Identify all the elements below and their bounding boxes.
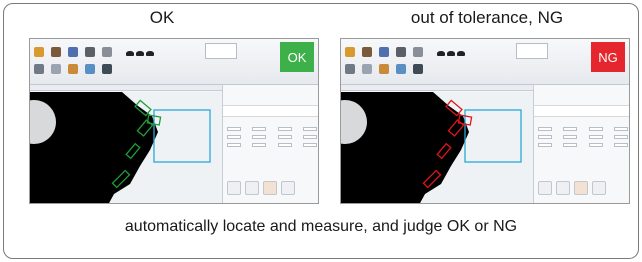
reset-button[interactable]: [245, 181, 259, 195]
table-row: [538, 133, 628, 141]
coordinate-panel: [205, 43, 237, 59]
print-icon[interactable]: [85, 47, 95, 57]
camera-icon[interactable]: [102, 47, 112, 57]
toolbar-row-2: [345, 64, 423, 74]
coordinate-panel: [516, 43, 548, 59]
table-cell: [538, 127, 552, 131]
result-badge: OK: [280, 42, 314, 72]
table-cell: [227, 135, 241, 139]
panel-title-ok: OK: [149, 8, 175, 27]
table-cell: [538, 135, 552, 139]
toolbar-row-2: [34, 64, 112, 74]
edit-icon[interactable]: [34, 64, 44, 74]
table-cell: [277, 127, 292, 131]
app-toolbar: NG: [341, 39, 629, 85]
table-cell: [588, 135, 603, 139]
table-row: [538, 141, 628, 149]
eraser-icon[interactable]: [68, 64, 78, 74]
table-cell: [588, 127, 603, 131]
exit-button[interactable]: [592, 181, 606, 195]
lens-icon: [126, 51, 134, 56]
ruler-icon[interactable]: [85, 64, 95, 74]
table-cell: [613, 127, 628, 131]
table-row: [227, 125, 317, 133]
lens-icon: [136, 51, 144, 56]
results-actions: [538, 181, 606, 195]
results-table: [227, 125, 317, 149]
results-table: [538, 125, 628, 149]
zoom-button[interactable]: [227, 181, 241, 195]
toolbar-row-1: [34, 47, 112, 57]
screenshot-ok: OK: [29, 38, 319, 204]
eraser-icon[interactable]: [379, 64, 389, 74]
toolbar-row-1: [345, 47, 423, 57]
folder-icon[interactable]: [345, 47, 355, 57]
print-icon[interactable]: [396, 47, 406, 57]
lens-icon: [457, 51, 465, 56]
edit-icon[interactable]: [345, 64, 355, 74]
exit-button[interactable]: [281, 181, 295, 195]
screenshot-ng: NG: [340, 38, 630, 204]
table-cell: [302, 127, 317, 131]
table-cell: [277, 135, 292, 139]
user-icon[interactable]: [362, 47, 372, 57]
pen-icon[interactable]: [413, 64, 423, 74]
folder-icon[interactable]: [34, 47, 44, 57]
table-cell: [302, 135, 317, 139]
export-button[interactable]: [263, 181, 277, 195]
table-cell: [613, 143, 628, 147]
table-cell: [227, 143, 241, 147]
results-actions: [227, 181, 295, 195]
pointer-icon[interactable]: [362, 64, 372, 74]
table-cell: [588, 143, 603, 147]
panel-title-ng: out of tolerance, NG: [410, 8, 564, 27]
user-icon[interactable]: [51, 47, 61, 57]
results-panel: [222, 85, 318, 203]
table-row: [227, 133, 317, 141]
table-cell: [302, 143, 317, 147]
table-cell: [563, 127, 578, 131]
table-cell: [563, 143, 578, 147]
results-header: [534, 105, 629, 117]
table-cell: [252, 135, 267, 139]
measurement-viewport: [30, 92, 222, 203]
zoom-button[interactable]: [538, 181, 552, 195]
figure-caption: automatically locate and measure, and ju…: [124, 218, 518, 235]
results-panel: [533, 85, 629, 203]
table-cell: [613, 135, 628, 139]
table-row: [227, 141, 317, 149]
pen-icon[interactable]: [102, 64, 112, 74]
camera-icon[interactable]: [413, 47, 423, 57]
ruler-icon[interactable]: [396, 64, 406, 74]
save-icon[interactable]: [68, 47, 78, 57]
table-cell: [563, 135, 578, 139]
table-cell: [227, 127, 241, 131]
save-icon[interactable]: [379, 47, 389, 57]
lens-icon: [437, 51, 445, 56]
measurement-viewport: [341, 92, 533, 203]
pointer-icon[interactable]: [51, 64, 61, 74]
results-header: [223, 105, 318, 117]
table-cell: [252, 143, 267, 147]
table-cell: [277, 143, 292, 147]
export-button[interactable]: [574, 181, 588, 195]
table-row: [538, 125, 628, 133]
lens-icon: [146, 51, 154, 56]
result-badge: NG: [591, 42, 625, 72]
reset-button[interactable]: [556, 181, 570, 195]
table-cell: [538, 143, 552, 147]
table-cell: [252, 127, 267, 131]
lens-icon: [447, 51, 455, 56]
app-toolbar: OK: [30, 39, 318, 85]
